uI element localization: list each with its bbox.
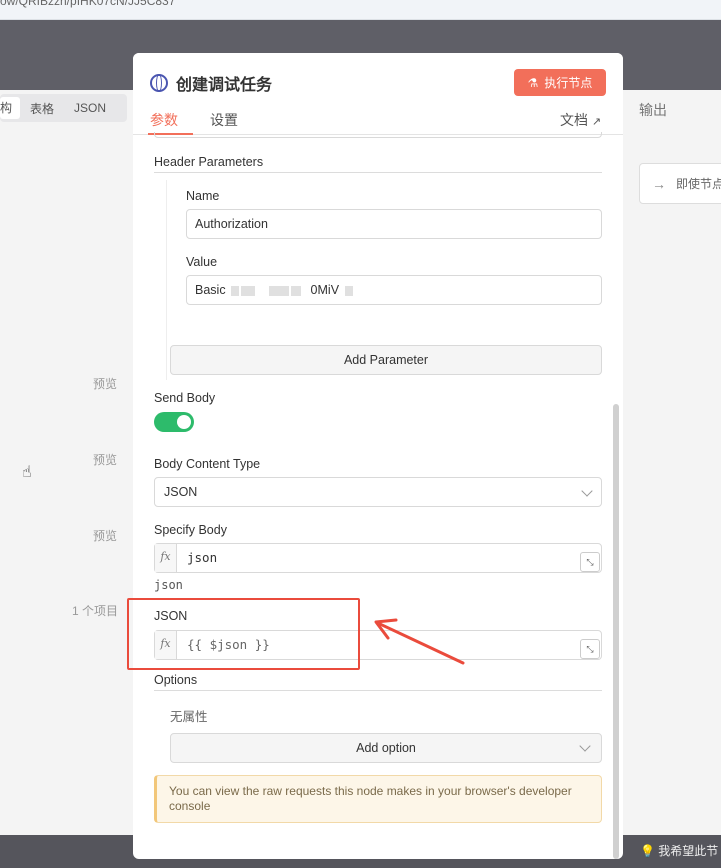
value-input[interactable]: Basic 0MiV <box>186 275 602 305</box>
external-link-icon: ↗ <box>591 116 602 128</box>
body-content-type-value: JSON <box>164 485 198 499</box>
bulb-icon: 💡 <box>640 844 655 858</box>
value-prefix: Basic <box>195 283 226 297</box>
fx-icon: fx <box>155 544 177 572</box>
send-body-label: Send Body <box>154 391 216 405</box>
items-count: 1 个项目 <box>72 604 119 618</box>
specify-body-label: Specify Body <box>154 523 227 537</box>
flask-icon: ⚗ <box>527 75 539 90</box>
execute-previous-box[interactable]: → 即使节点 <box>639 163 721 204</box>
chevron-down-icon <box>579 740 591 752</box>
tab-json[interactable]: JSON <box>64 101 116 115</box>
previous-input-bottom <box>154 132 602 138</box>
output-title: 输出 <box>639 102 667 118</box>
arrow-right-icon: → <box>652 175 666 192</box>
modal-title-text: 创建调试任务 <box>176 77 273 94</box>
indent-guide <box>166 180 167 380</box>
execute-previous-label: 即使节点 <box>676 177 721 191</box>
tab-schema[interactable]: 构 <box>0 97 21 119</box>
chevron-down-icon <box>581 485 593 497</box>
redacted-block <box>241 285 256 296</box>
name-label: Name <box>186 189 220 203</box>
developer-console-note: You can view the raw requests this node … <box>154 775 602 823</box>
specify-body-hint: json <box>154 578 183 592</box>
header-parameters-label: Header Parameters <box>154 155 264 169</box>
parameters-panel: Header Parameters Name Authorization Val… <box>133 132 623 859</box>
feedback-label: 我希望此节 <box>658 844 719 858</box>
name-input[interactable]: Authorization <box>186 209 602 239</box>
specify-body-value: json <box>187 550 218 565</box>
node-modal: 创建调试任务 ⚗ 执行节点 参数 设置 文档 ↗ Header Paramete… <box>133 53 623 859</box>
modal-header: 创建调试任务 ⚗ 执行节点 参数 设置 文档 ↗ <box>133 53 623 135</box>
value-label: Value <box>186 255 218 269</box>
execute-node-label: 执行节点 <box>544 76 593 90</box>
feedback-link[interactable]: 💡 我希望此节 <box>640 842 718 859</box>
tab-table[interactable]: 表格 <box>20 100 64 117</box>
url-text: ow/QRIBzzh/pIHK07cN/JJ5C837 <box>0 0 176 8</box>
redacted-block <box>231 285 240 296</box>
docs-link[interactable]: 文档 ↗ <box>560 110 601 130</box>
add-parameter-button[interactable]: Add Parameter <box>170 345 602 375</box>
tab-parameters[interactable]: 参数 <box>150 110 178 130</box>
no-properties-text: 无属性 <box>170 710 208 724</box>
url-bar[interactable]: ow/QRIBzzh/pIHK07cN/JJ5C837 <box>0 0 721 20</box>
divider <box>154 172 602 173</box>
preview-link[interactable]: 预览 <box>93 451 117 468</box>
expand-editor-icon[interactable]: ⤡ <box>580 639 600 659</box>
redacted-block <box>344 285 353 296</box>
modal-scrollbar[interactable] <box>613 404 619 859</box>
send-body-toggle[interactable] <box>154 412 194 432</box>
pointer-cursor-icon: ☝ <box>22 464 32 481</box>
options-label: Options <box>154 673 198 687</box>
body-content-type-label: Body Content Type <box>154 457 261 471</box>
value-suffix: 0MiV <box>310 283 340 297</box>
redacted-block <box>291 285 302 296</box>
add-option-select[interactable]: Add option <box>170 733 602 763</box>
annotation-highlight-box <box>127 598 360 670</box>
input-view-tabs: 构 表格 JSON <box>0 94 127 122</box>
add-option-label: Add option <box>356 741 416 755</box>
specify-body-field[interactable]: fx json <box>154 543 602 573</box>
annotation-arrow-icon <box>374 618 465 665</box>
redacted-block <box>269 285 290 296</box>
execute-node-button[interactable]: ⚗ 执行节点 <box>514 69 606 96</box>
expand-editor-icon[interactable]: ⤡ <box>580 552 600 572</box>
preview-link[interactable]: 预览 <box>93 375 117 392</box>
modal-title: 创建调试任务 <box>150 71 272 95</box>
preview-link[interactable]: 预览 <box>93 527 117 544</box>
divider <box>154 690 602 691</box>
body-content-type-select[interactable]: JSON <box>154 477 602 507</box>
docs-label: 文档 <box>560 112 588 128</box>
tab-settings[interactable]: 设置 <box>210 110 238 130</box>
globe-icon <box>150 74 168 92</box>
